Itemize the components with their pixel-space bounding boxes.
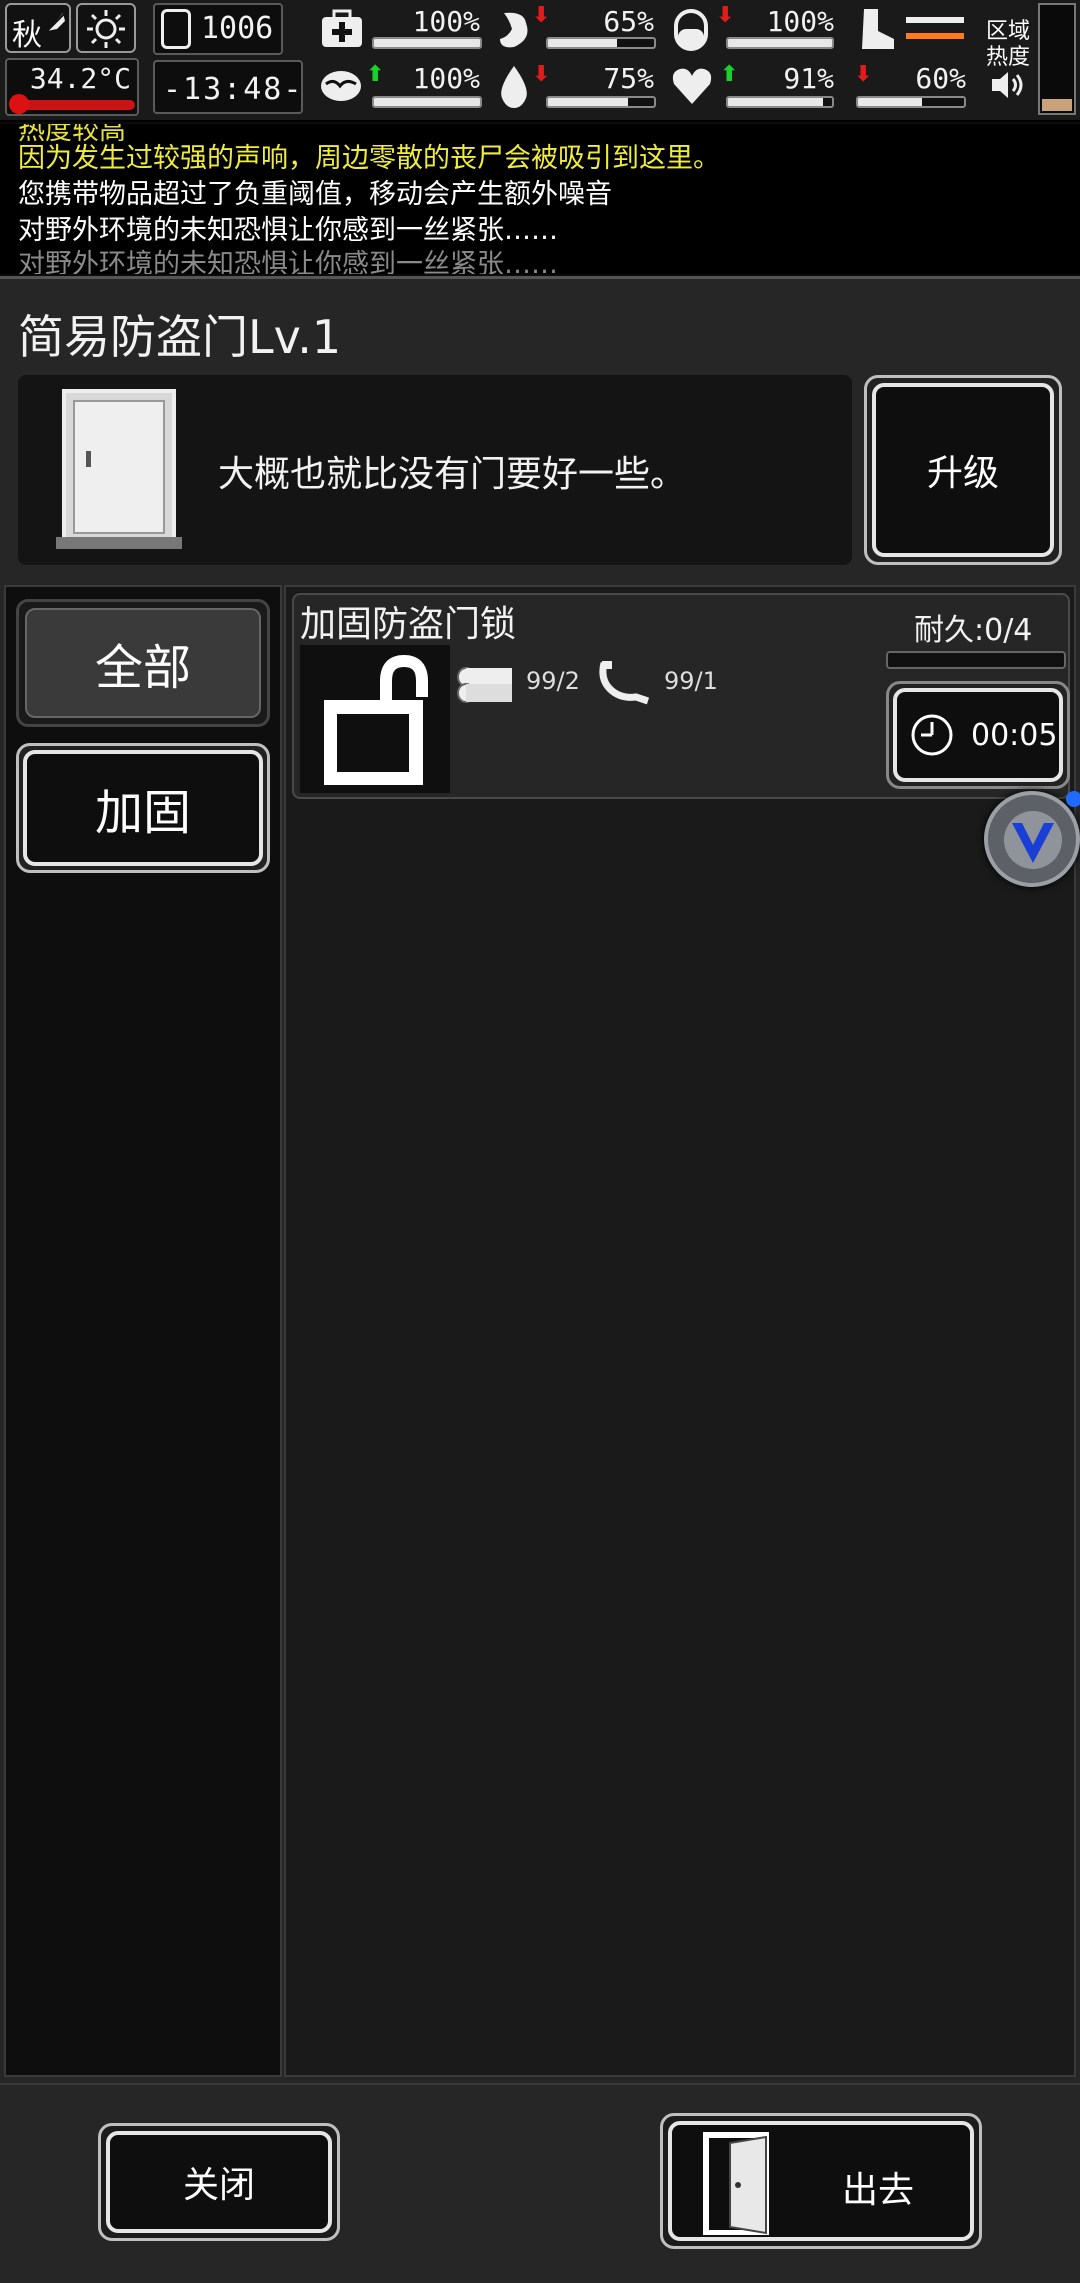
close-button-frame: 关闭	[98, 2123, 340, 2241]
status-bar: 秋 34.2°C 1006 -13:48- 100% ⬇ 65% ⬇ 100% …	[0, 0, 1080, 122]
durability-bar	[886, 651, 1066, 669]
weather-indicator	[76, 3, 136, 53]
exit-button[interactable]: 出去	[668, 2121, 974, 2241]
footer-bar: 关闭 出去	[0, 2083, 1080, 2283]
recipe-name: 加固防盗门锁	[300, 604, 517, 645]
mood-bar	[726, 96, 834, 108]
notification-dot	[1066, 791, 1080, 807]
stat-energy: ⬇ 100%	[668, 3, 836, 55]
health-value: 100%	[412, 5, 480, 38]
security-door-icon	[56, 389, 182, 549]
energy-bar	[726, 37, 834, 49]
leaf-icon	[46, 12, 66, 32]
clock-icon	[911, 714, 953, 756]
thirst-bar	[546, 96, 656, 108]
upgrade-button[interactable]: 升级	[872, 383, 1054, 557]
sun-icon	[87, 10, 125, 48]
stat-thirst: ⬇ 75%	[492, 60, 660, 116]
water-drop-icon	[501, 66, 527, 108]
hunger-bar	[546, 37, 656, 49]
log-line: 因为发生过较强的声响，周边零散的丧尸会被吸引到这里。	[18, 143, 720, 174]
stat-health: 100%	[318, 3, 486, 55]
temperature-value: 34.2°C	[29, 62, 131, 95]
health-bar	[372, 37, 482, 49]
stamina-value: 60%	[915, 62, 966, 95]
energy-value: 100%	[766, 5, 834, 38]
upgrade-button-frame: 升级	[864, 375, 1062, 565]
open-door-icon	[703, 2132, 769, 2235]
category-tab-reinforce[interactable]: 加固	[23, 750, 263, 866]
thirst-value: 75%	[603, 62, 654, 95]
weight-line	[906, 17, 964, 23]
weight-overload-line	[906, 33, 964, 39]
logs-icon	[457, 667, 512, 703]
stat-stamina: ⬇ 60%	[850, 60, 970, 116]
recipe-list[interactable]: 加固防盗门锁 99/2 99/1 耐久:0/4 00:05	[284, 585, 1076, 2077]
area-heat[interactable]: 区域 热度	[976, 3, 1036, 115]
pill-icon	[674, 9, 708, 51]
message-log[interactable]: 热度较高 因为发生过较强的声响，周边零散的丧尸会被吸引到这里。 您携带物品超过了…	[0, 124, 1080, 274]
facility-panel: 简易防盗门Lv.1 大概也就比没有门要好一些。 升级 全部 加固 加固防盗门锁	[0, 276, 1080, 2283]
speaker-icon	[992, 72, 1023, 98]
mood-value: 91%	[783, 62, 834, 95]
stomach-icon	[500, 12, 528, 48]
sanity-value: 100%	[412, 62, 480, 95]
area-heat-fill	[1042, 98, 1072, 111]
material-amount: 99/2	[526, 667, 580, 695]
season-indicator: 秋	[5, 3, 71, 53]
craft-time: 00:05	[971, 717, 1058, 753]
category-tab-all-frame: 全部	[16, 599, 270, 727]
exit-label: 出去	[842, 2170, 915, 2211]
sanity-bar	[372, 96, 482, 108]
log-line: 您携带物品超过了负重阈值，移动会产生额外噪音	[18, 179, 612, 210]
material-amount: 99/1	[664, 667, 718, 695]
facility-info-card: 大概也就比没有门要好一些。	[18, 375, 852, 565]
facility-description: 大概也就比没有门要好一些。	[218, 454, 687, 495]
category-tab-reinforce-frame: 加固	[16, 743, 270, 873]
boot-icon	[862, 9, 894, 49]
recipe-image	[300, 645, 450, 793]
exit-button-frame: 出去	[660, 2113, 982, 2249]
recipe-card[interactable]: 加固防盗门锁 99/2 99/1 耐久:0/4 00:05	[292, 593, 1070, 799]
durability-label: 耐久:0/4	[914, 613, 1033, 648]
clock-panel: -13:48-	[153, 60, 303, 114]
area-heat-label-2: 热度	[986, 45, 1031, 70]
v-logo-icon	[1004, 811, 1062, 869]
hose-icon	[599, 661, 650, 705]
brain-icon	[321, 71, 361, 101]
craft-button-frame: 00:05	[886, 681, 1070, 789]
thermometer-icon	[9, 94, 29, 114]
close-button[interactable]: 关闭	[106, 2131, 332, 2233]
facility-title: 简易防盗门Lv.1	[18, 310, 342, 364]
temperature-panel: 34.2°C	[5, 58, 139, 116]
clock-time: -13:48-	[163, 72, 304, 107]
medkit-icon	[322, 9, 362, 47]
heart-icon	[672, 68, 712, 104]
season-label: 秋	[12, 18, 42, 53]
temperature-bar	[11, 100, 135, 110]
carry-weight	[850, 3, 970, 55]
calendar-icon	[161, 9, 191, 49]
stat-mood: ⬆ 91%	[668, 60, 836, 116]
log-line: 对野外环境的未知恐惧让你感到一丝紧张……	[18, 249, 558, 274]
unlocked-padlock-icon	[324, 654, 428, 785]
stat-sanity: ⬆ 100%	[318, 60, 486, 116]
category-tab-all[interactable]: 全部	[25, 608, 261, 718]
stat-hunger: ⬇ 65%	[492, 3, 660, 55]
craft-button[interactable]: 00:05	[893, 688, 1063, 782]
category-sidebar: 全部 加固	[4, 585, 282, 2077]
floating-assistant-button[interactable]	[984, 791, 1080, 887]
day-panel: 1006	[153, 3, 283, 55]
stamina-bar	[856, 96, 966, 108]
area-heat-meter	[1038, 3, 1076, 115]
hunger-value: 65%	[603, 5, 654, 38]
day-count: 1006	[201, 11, 274, 46]
